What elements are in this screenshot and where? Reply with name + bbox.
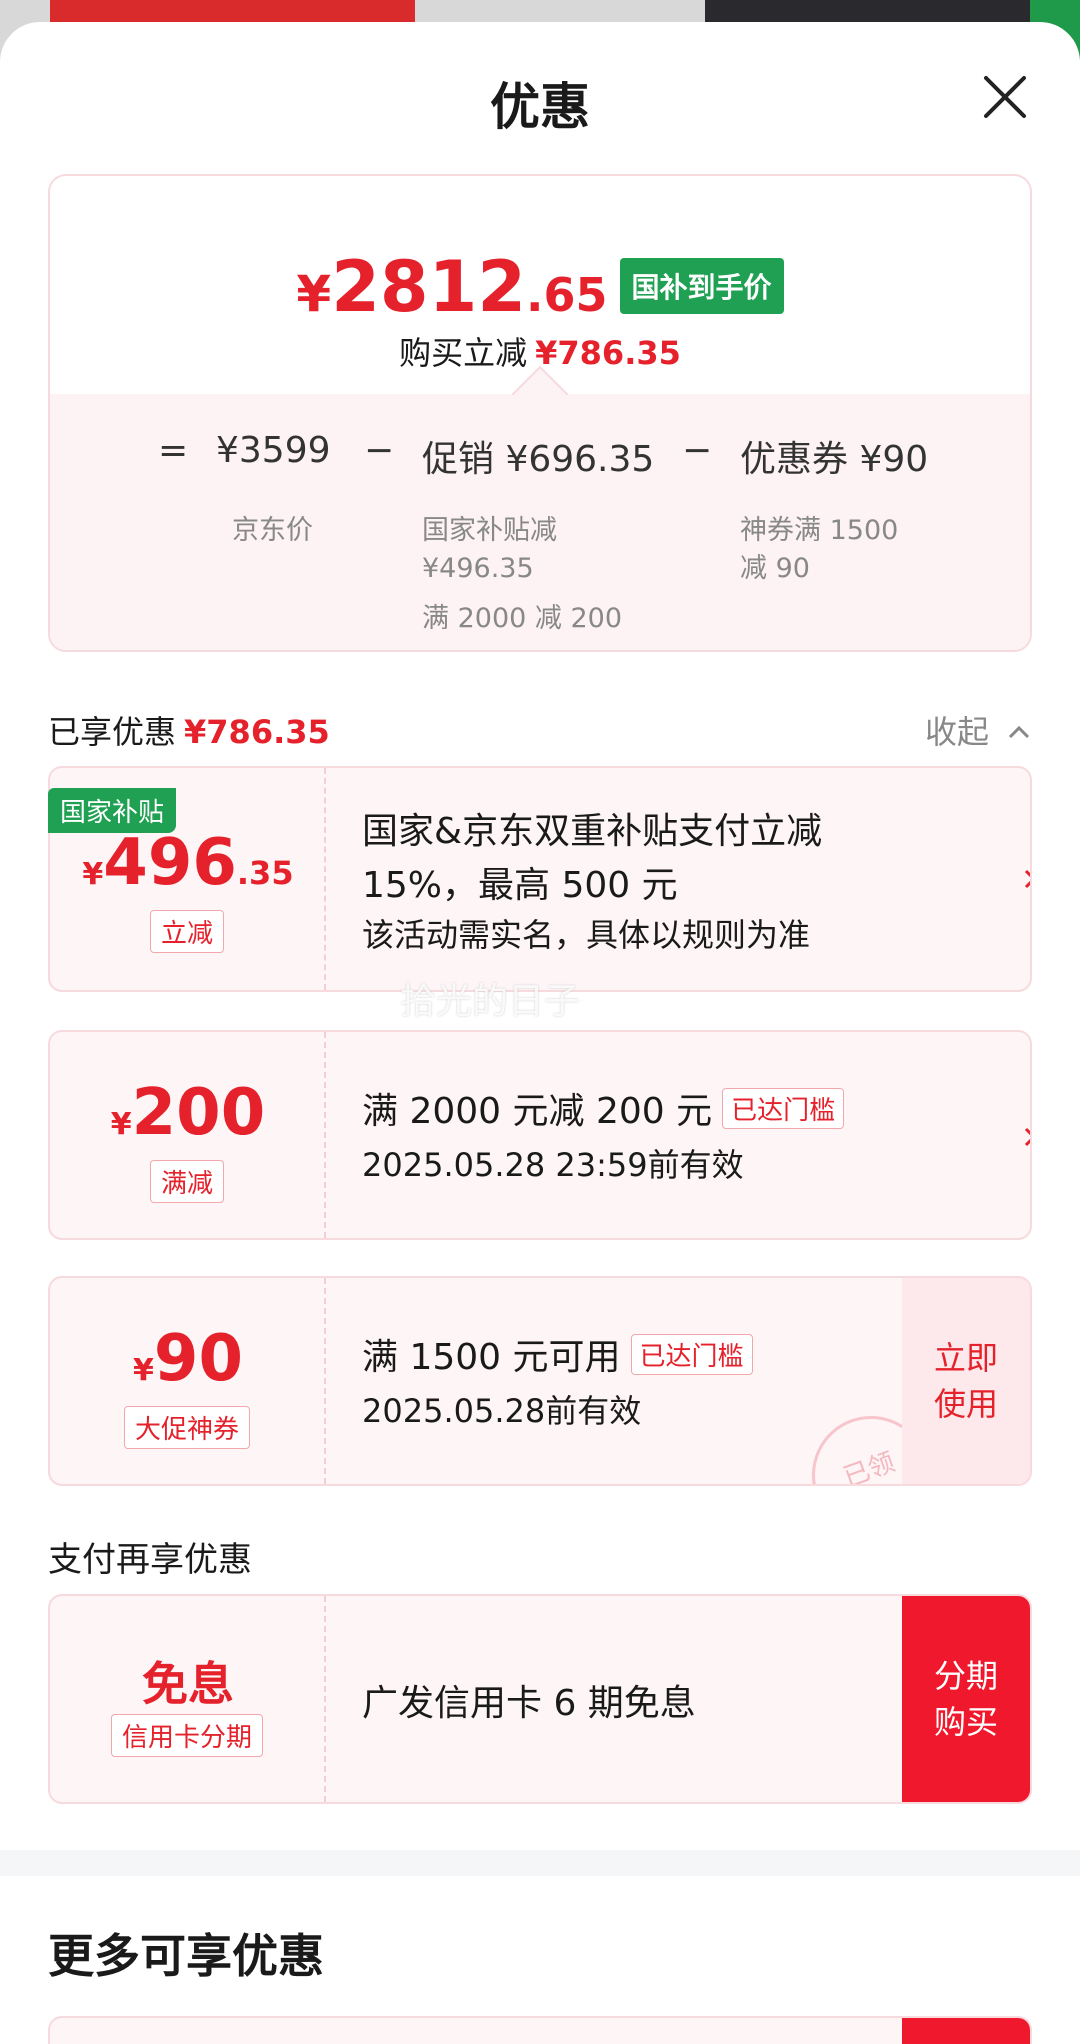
more-discount-card[interactable] [48,2016,1032,2044]
promo-amount: 促销 ¥696.35 [422,439,655,480]
threshold-reached-badge: 已达门槛 [722,1088,845,1129]
collapse-button[interactable]: 收起 [925,707,989,753]
formula-minus: − [364,430,395,471]
use-now-label: 立即 使用 [933,1339,998,1423]
interest-free-label: 免息 [142,1657,234,1711]
received-label: 已享优惠 [48,713,177,751]
sheet-title: 优惠 [490,78,590,136]
coupon-description: 满 2000 元减 200 元已达门槛 [362,1082,845,1134]
more-discounts-title: 更多可享优惠 [48,1929,324,1983]
coupon-note: 该活动需实名，具体以规则为准 [362,916,811,954]
coupon-value-integer: 200 [131,1076,266,1150]
coupon-national-subsidy[interactable]: ¥496.35 立减 国家&京东双重补贴支付立减 15%，最高 500 元 该活… [48,766,1032,992]
formula-minus: − [682,430,713,471]
currency-symbol: ¥ [133,1353,154,1388]
chevron-up-icon[interactable] [1006,719,1032,745]
coupon-detail: 减 90 [740,553,810,584]
coupon-value-panel: 免息 信用卡分期 [50,1596,326,1802]
coupon-full-reduction[interactable]: ¥200 满减 满 2000 元减 200 元已达门槛 2025.05.28 2… [48,1030,1032,1240]
currency-symbol: ¥ [296,265,332,323]
coupon-value-panel: ¥90 大促神券 [50,1278,326,1484]
section-divider [0,1850,1080,1876]
coupon-value-integer: 90 [153,1322,243,1396]
installment-buy-button[interactable]: 分期 购买 [902,1596,1030,1802]
coupon-detail: 神券满 1500 [740,515,899,546]
subsidy-price-tag: 国补到手价 [619,258,784,314]
close-icon[interactable] [980,72,1030,122]
coupon-value-integer: 496 [103,826,237,900]
jd-price-label: 京东价 [232,515,313,546]
price-decimal: .65 [526,268,608,322]
promo-detail: ¥496.35 [422,553,534,584]
price-summary-card: ¥2812.65 国补到手价 购买立减 ¥786.35 = ¥3599 − 促销 ¥… [48,174,1032,652]
installment-buy-label: 分期 购买 [933,1657,998,1741]
received-value: ¥786.35 [184,713,330,751]
coupon-description: 15%，最高 500 元 [362,865,678,906]
payment-offer-description: 广发信用卡 6 期免息 [362,1683,696,1724]
coupon-value: ¥200 [50,1076,326,1150]
saving-label: 购买立减 [399,334,528,372]
coupon-value: ¥90 [50,1322,326,1396]
watermark: 拾光的日子 [400,981,581,1022]
total-saving: 购买立减 ¥786.35 [50,328,1030,374]
currency-symbol: ¥ [110,1107,132,1142]
national-subsidy-tag: 国家补贴 [48,788,177,833]
coupon-type-badge: 信用卡分期 [110,1714,264,1757]
received-discounts-title: 已享优惠 ¥786.35 [48,707,330,753]
promo-detail: 满 2000 减 200 [422,603,622,634]
coupon-type-badge: 满减 [149,1160,225,1203]
coupon-value-decimal: .35 [236,854,294,892]
coupon-type-badge: 立减 [149,910,225,953]
final-price: ¥2812.65 国补到手价 [50,246,1030,328]
payment-section-title: 支付再享优惠 [48,1540,252,1580]
coupon-type-badge: 大促神券 [123,1406,251,1449]
coupon-value-panel: ¥200 满减 [50,1032,326,1238]
threshold-reached-badge: 已达门槛 [630,1334,753,1375]
price-integer: 2812 [331,246,527,328]
more-card-action[interactable] [902,2018,1030,2044]
currency-symbol: ¥ [82,857,104,892]
coupon-description: 国家&京东双重补贴支付立减 [362,811,823,852]
coupon-description: 满 1500 元可用 已达门槛 [362,1328,753,1380]
coupon-value: ¥496.35 [50,826,326,900]
coupon-rule: 满 2000 元减 200 元 [362,1091,713,1132]
chevron-right-icon[interactable] [1018,864,1032,894]
jd-price: ¥3599 [216,430,331,471]
use-now-button[interactable]: 立即 使用 [902,1278,1030,1484]
coupon-expiry: 2025.05.28 23:59前有效 [362,1146,744,1184]
promo-detail: 国家补贴减 [422,515,557,546]
formula-equals: = [158,430,189,471]
payment-offer-card[interactable]: 免息 信用卡分期 广发信用卡 6 期免息 分期 购买 [48,1594,1032,1804]
saving-value: ¥786.35 [535,334,681,372]
coupon-amount: 优惠券 ¥90 [740,439,929,480]
coupon-mega-sale[interactable]: ¥90 大促神券 满 1500 元可用 已达门槛 2025.05.28前有效 已领… [48,1276,1032,1486]
discount-sheet: 优惠 ¥2812.65 国补到手价 购买立减 ¥786.35 = ¥3599 − 促… [0,22,1080,2044]
coupon-expiry: 2025.05.28前有效 [362,1392,642,1430]
coupon-rule: 满 1500 元可用 [362,1337,621,1378]
chevron-right-icon[interactable] [1018,1122,1032,1152]
